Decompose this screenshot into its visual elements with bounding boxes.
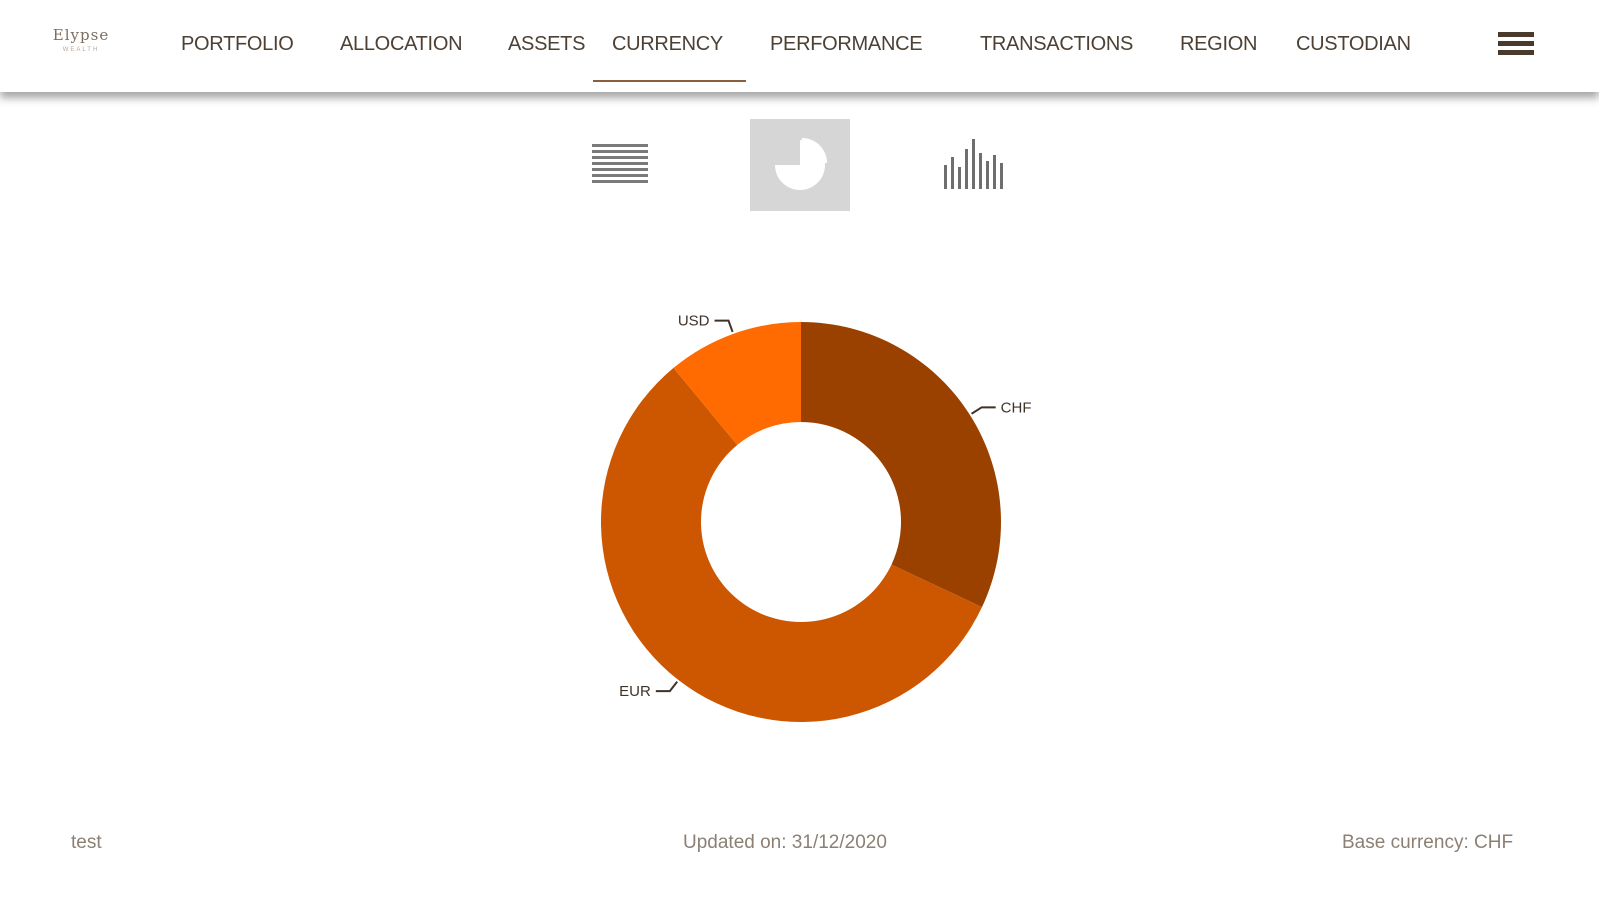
slice-label-chf: CHF	[1001, 399, 1032, 416]
nav-tab-performance[interactable]: PERFORMANCE	[770, 33, 923, 57]
nav-tab-region[interactable]: REGION	[1180, 33, 1257, 57]
slice-label-eur: EUR	[619, 683, 651, 700]
nav-tab-custodian[interactable]: CUSTODIAN	[1296, 33, 1411, 57]
top-navigation-bar: Elypse Wealth PORTFOLIO ALLOCATION ASSET…	[0, 0, 1599, 92]
brand-tagline: Wealth	[62, 47, 100, 53]
slice-label-usd: USD	[678, 313, 710, 330]
donut-slice-chf[interactable]	[801, 322, 1001, 608]
nav-tab-transactions[interactable]: TRANSACTIONS	[980, 33, 1133, 57]
currency-donut-chart: CHF EUR USD	[600, 313, 1032, 723]
leader-line-chf	[971, 406, 996, 415]
nav-tab-assets[interactable]: ASSETS	[508, 33, 585, 57]
hamburger-menu-icon[interactable]	[1498, 32, 1534, 62]
brand-logo[interactable]: Elypse Wealth	[46, 26, 116, 66]
nav-tab-currency[interactable]: CURRENCY	[612, 33, 723, 57]
leader-line-eur	[655, 680, 678, 693]
active-tab-indicator	[593, 80, 746, 82]
nav-tab-portfolio[interactable]: PORTFOLIO	[181, 33, 294, 57]
brand-name: Elypse	[52, 26, 110, 44]
leader-line-usd	[714, 319, 734, 333]
nav-tab-allocation[interactable]: ALLOCATION	[340, 33, 463, 57]
